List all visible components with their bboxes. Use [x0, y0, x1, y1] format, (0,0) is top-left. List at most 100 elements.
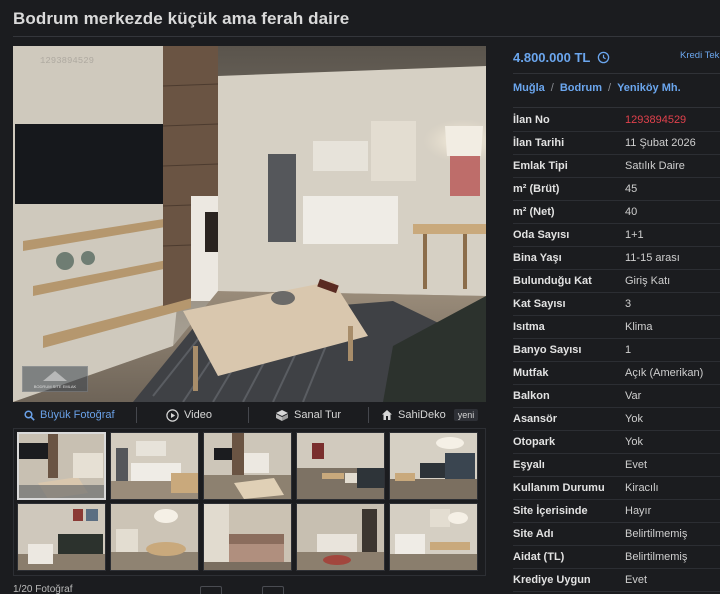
detail-value: 45	[625, 183, 638, 195]
location-breadcrumb: Muğla / Bodrum / Yeniköy Mh.	[513, 82, 681, 94]
detail-value: Giriş Katı	[625, 275, 671, 287]
title-divider	[13, 36, 720, 37]
detail-label: İlan Tarihi	[513, 137, 565, 149]
price-divider	[513, 73, 720, 74]
new-badge: yeni	[453, 409, 479, 421]
detail-value: 11-15 arası	[625, 252, 680, 264]
tools-divider	[368, 407, 369, 423]
agency-watermark-logo: BODRUM SITE EMLAK	[22, 366, 88, 392]
detail-label: m² (Brüt)	[513, 183, 560, 195]
detail-label: Site Adı	[513, 528, 554, 540]
detail-row: Oda Sayısı 1+1	[513, 224, 720, 247]
detail-value: Var	[625, 390, 642, 402]
photo-thumbnail[interactable]	[203, 503, 292, 571]
detail-value: Belirtilmemiş	[625, 551, 688, 563]
detail-row: Krediye Uygun Evet	[513, 569, 720, 592]
detail-row: Isıtma Klima	[513, 316, 720, 339]
detail-label: Otopark	[513, 436, 556, 448]
living-room-photo	[13, 46, 486, 402]
detail-row: m² (Brüt) 45	[513, 178, 720, 201]
detail-value: Klima	[625, 321, 653, 333]
credit-offer-link[interactable]: Kredi Teklifi	[680, 50, 720, 61]
photo-thumbnail[interactable]	[203, 432, 292, 500]
main-photo[interactable]: 1293894529 BODRUM SITE EMLAK	[13, 46, 486, 402]
photo-pager-text: 1/20 Fotoğraf	[13, 584, 73, 594]
breadcrumb-separator: /	[550, 82, 554, 94]
photo-thumbnail[interactable]	[296, 503, 385, 571]
breadcrumb-il[interactable]: Muğla	[513, 82, 545, 94]
detail-value: Yok	[625, 436, 643, 448]
detail-label: Kullanım Durumu	[513, 482, 605, 494]
detail-row: Banyo Sayısı 1	[513, 339, 720, 362]
detail-value: Belirtilmemiş	[625, 528, 688, 540]
detail-value: 3	[625, 298, 632, 310]
photo-tools-bar: Büyük Fotoğraf Video Sanal Tur SahiDeko …	[13, 402, 486, 428]
listing-number-value: 1293894529	[625, 114, 687, 126]
detail-label: Bina Yaşı	[513, 252, 562, 264]
detail-label: Krediye Uygun	[513, 574, 591, 586]
detail-value: Kiracılı	[625, 482, 659, 494]
breadcrumb-ilce[interactable]: Bodrum	[560, 82, 602, 94]
detail-label: Oda Sayısı	[513, 229, 570, 241]
virtual-tour-button[interactable]: Sanal Tur	[275, 402, 341, 428]
detail-row: Site İçerisinde Hayır	[513, 500, 720, 523]
detail-label: Asansör	[513, 413, 558, 425]
photo-thumbnail[interactable]	[389, 432, 478, 500]
next-photo-button[interactable]	[262, 586, 284, 594]
tools-divider	[136, 407, 137, 423]
price-value: 4.800.000 TL	[513, 49, 591, 65]
detail-row: Bulunduğu Kat Giriş Katı	[513, 270, 720, 293]
large-photo-button[interactable]: Büyük Fotoğraf	[24, 402, 115, 428]
photo-thumbnail[interactable]	[296, 432, 385, 500]
detail-row: Aidat (TL) Belirtilmemiş	[513, 546, 720, 569]
detail-label: İlan No	[513, 114, 550, 126]
detail-label: Balkon	[513, 390, 550, 402]
detail-value: Açık (Amerikan)	[625, 367, 704, 379]
breadcrumb-separator: /	[608, 82, 612, 94]
history-clock-icon[interactable]	[597, 51, 610, 64]
detail-row: m² (Net) 40	[513, 201, 720, 224]
detail-row: Emlak Tipi Satılık Daire	[513, 155, 720, 178]
detail-row: Kat Sayısı 3	[513, 293, 720, 316]
virtual-tour-icon	[276, 409, 288, 421]
large-photo-label: Büyük Fotoğraf	[40, 409, 115, 421]
photo-thumbnail[interactable]	[110, 432, 199, 500]
detail-label: Isıtma	[513, 321, 545, 333]
prev-photo-button[interactable]	[200, 586, 222, 594]
detail-value: Satılık Daire	[625, 160, 685, 172]
detail-value: 40	[625, 206, 638, 218]
detail-label: Banyo Sayısı	[513, 344, 582, 356]
virtual-tour-label: Sanal Tur	[294, 409, 342, 421]
detail-label: Site İçerisinde	[513, 505, 588, 517]
detail-row: Kullanım Durumu Kiracılı	[513, 477, 720, 500]
detail-row: Bina Yaşı 11-15 arası	[513, 247, 720, 270]
play-icon	[166, 408, 179, 422]
price-row: 4.800.000 TL Kredi Teklifi	[513, 46, 720, 68]
detail-value: 11 Şubat 2026	[625, 137, 696, 149]
detail-row: Mutfak Açık (Amerikan)	[513, 362, 720, 385]
sahideko-button[interactable]: SahiDeko yeni	[381, 402, 479, 428]
home-icon	[382, 410, 392, 420]
video-button[interactable]: Video	[166, 402, 212, 428]
detail-row: İlan No 1293894529	[513, 109, 720, 132]
detail-label: Eşyalı	[513, 459, 545, 471]
detail-value: Hayır	[625, 505, 652, 517]
detail-label: Bulunduğu Kat	[513, 275, 592, 287]
breadcrumb-mahalle[interactable]: Yeniköy Mh.	[617, 82, 681, 94]
detail-row: İlan Tarihi 11 Şubat 2026	[513, 132, 720, 155]
photo-thumbnail[interactable]	[110, 503, 199, 571]
listing-title: Bodrum merkezde küçük ama ferah daire	[13, 9, 350, 28]
detail-label: Aidat (TL)	[513, 551, 565, 563]
thumbnail-grid	[13, 428, 486, 576]
listing-details-table: İlan No 1293894529 İlan Tarihi 11 Şubat 20…	[513, 109, 720, 592]
photo-thumbnail[interactable]	[17, 503, 106, 571]
search-icon	[24, 409, 35, 421]
photo-thumbnail[interactable]	[389, 503, 478, 571]
photo-thumbnail[interactable]	[17, 432, 106, 500]
detail-value: 1+1	[625, 229, 644, 241]
detail-label: Mutfak	[513, 367, 549, 379]
detail-label: Kat Sayısı	[513, 298, 566, 310]
detail-label: Emlak Tipi	[513, 160, 568, 172]
sahideko-label: SahiDeko	[398, 409, 446, 421]
detail-value: Evet	[625, 574, 648, 586]
